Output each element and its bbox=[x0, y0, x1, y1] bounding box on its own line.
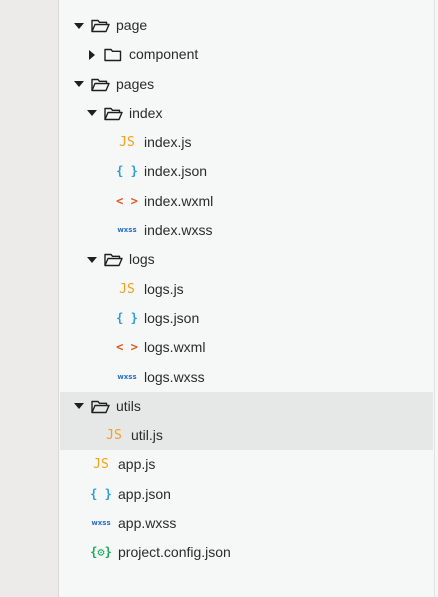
json-file-icon: { } bbox=[116, 310, 138, 325]
file-row-app-wxss[interactable]: wxss app.wxss bbox=[60, 509, 433, 538]
file-label: app.js bbox=[118, 456, 156, 473]
folder-label: index bbox=[129, 104, 163, 121]
file-label: app.wxss bbox=[118, 515, 177, 532]
file-label: logs.js bbox=[144, 280, 184, 297]
file-row-app-js[interactable]: JS app.js bbox=[60, 450, 433, 479]
chevron-down-icon[interactable] bbox=[86, 99, 98, 128]
activity-bar bbox=[0, 0, 59, 597]
file-row-logs-wxml[interactable]: < > logs.wxml bbox=[60, 333, 433, 362]
chevron-down-icon[interactable] bbox=[73, 70, 85, 99]
wxml-file-icon: < > bbox=[116, 193, 138, 208]
file-label: index.json bbox=[144, 163, 208, 180]
js-file-icon: JS bbox=[106, 428, 122, 444]
folder-open-icon bbox=[89, 11, 111, 40]
folder-open-icon bbox=[89, 70, 111, 99]
config-file-icon: {⚙} bbox=[90, 545, 112, 560]
chevron-down-icon[interactable] bbox=[86, 245, 98, 274]
wxss-file-icon: wxss bbox=[117, 372, 137, 381]
file-row-logs-wxss[interactable]: wxss logs.wxss bbox=[60, 363, 433, 392]
file-label: util.js bbox=[131, 427, 163, 444]
chevron-down-icon[interactable] bbox=[73, 11, 85, 40]
chevron-right-icon[interactable] bbox=[86, 40, 98, 69]
file-tree: page component pages index JS index.js { } inde… bbox=[60, 11, 433, 568]
folder-label: utils bbox=[116, 397, 141, 414]
folder-label: page bbox=[116, 17, 148, 33]
json-file-icon: { } bbox=[90, 486, 112, 501]
json-file-icon: { } bbox=[116, 164, 138, 179]
chevron-down-icon[interactable] bbox=[73, 392, 85, 421]
scrollbar-track[interactable] bbox=[434, 0, 438, 597]
file-label: project.config.json bbox=[118, 544, 231, 561]
folder-open-icon bbox=[89, 392, 111, 421]
file-row-logs-js[interactable]: JS logs.js bbox=[60, 275, 433, 304]
file-label: index.wxss bbox=[144, 222, 213, 239]
file-row-index-js[interactable]: JS index.js bbox=[60, 128, 433, 157]
folder-label: component bbox=[129, 46, 199, 63]
file-row-project-config-json[interactable]: {⚙} project.config.json bbox=[60, 538, 433, 567]
folder-row-logs[interactable]: logs bbox=[60, 245, 433, 274]
js-file-icon: JS bbox=[119, 135, 135, 151]
file-row-index-json[interactable]: { } index.json bbox=[60, 157, 433, 186]
wxml-file-icon: < > bbox=[116, 340, 138, 355]
file-row-index-wxss[interactable]: wxss index.wxss bbox=[60, 216, 433, 245]
folder-open-icon bbox=[102, 99, 124, 128]
js-file-icon: JS bbox=[93, 457, 109, 473]
folder-row-utils[interactable]: utils bbox=[60, 391, 433, 422]
folder-row-page[interactable]: page bbox=[60, 11, 433, 40]
wxss-file-icon: wxss bbox=[117, 226, 137, 235]
folder-icon bbox=[102, 40, 124, 69]
file-label: app.json bbox=[118, 485, 171, 502]
folder-row-component[interactable]: component bbox=[60, 40, 433, 69]
file-row-util-js[interactable]: JS util.js bbox=[60, 421, 433, 451]
file-row-logs-json[interactable]: { } logs.json bbox=[60, 304, 433, 333]
folder-label: logs bbox=[129, 251, 155, 268]
js-file-icon: JS bbox=[119, 281, 135, 297]
folder-open-icon bbox=[102, 245, 124, 274]
file-label: logs.wxml bbox=[144, 339, 206, 356]
file-label: index.js bbox=[144, 134, 192, 151]
file-row-index-wxml[interactable]: < > index.wxml bbox=[60, 187, 433, 216]
file-label: index.wxml bbox=[144, 192, 214, 209]
folder-label: pages bbox=[116, 75, 155, 92]
file-label: logs.wxss bbox=[144, 368, 205, 385]
file-label: logs.json bbox=[144, 309, 200, 326]
wxss-file-icon: wxss bbox=[91, 519, 111, 528]
folder-row-index[interactable]: index bbox=[60, 99, 433, 128]
file-row-app-json[interactable]: { } app.json bbox=[60, 480, 433, 509]
folder-row-pages[interactable]: pages bbox=[60, 70, 433, 99]
